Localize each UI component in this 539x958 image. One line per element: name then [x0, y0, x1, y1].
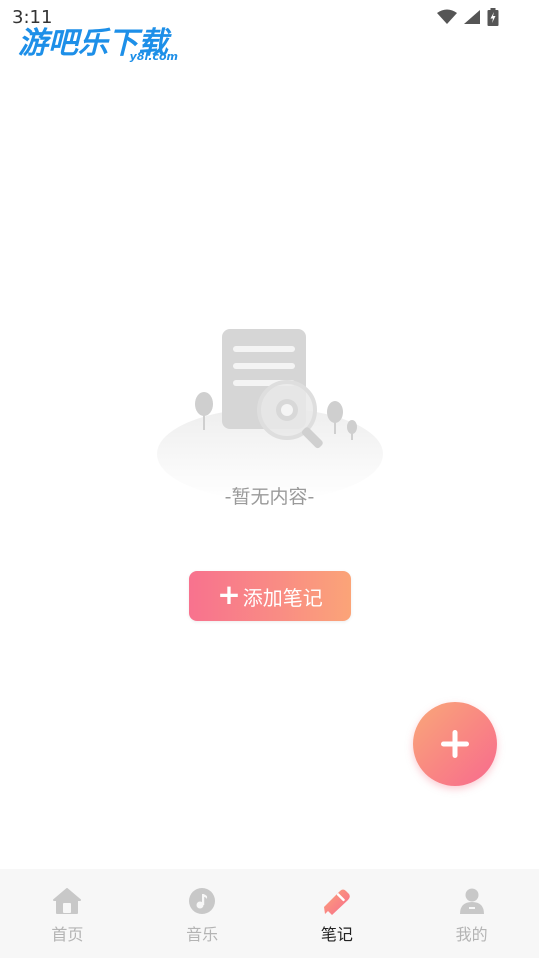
plus-icon: + — [217, 577, 241, 611]
plus-icon — [441, 730, 469, 758]
notes-screen: 3:11 游吧乐下载 y8l.com -暂无内容- + 添加笔记 首页 音乐 笔… — [0, 0, 539, 958]
add-note-label: 添加笔记 — [242, 585, 323, 610]
nav-label-notes: 笔记 — [320, 925, 353, 944]
music-icon — [187, 886, 217, 916]
watermark-subtitle: y8l.com — [129, 50, 178, 63]
empty-document-illustration — [157, 329, 383, 500]
nav-item-home[interactable]: 首页 — [0, 869, 135, 958]
floating-add-button[interactable] — [413, 702, 497, 786]
user-icon — [457, 886, 487, 916]
nav-label-music: 音乐 — [186, 925, 219, 944]
nav-label-mine: 我的 — [455, 925, 488, 944]
home-icon — [52, 886, 82, 916]
empty-state-message: -暂无内容- — [224, 486, 315, 508]
note-pencil-icon — [322, 886, 352, 916]
nav-item-music[interactable]: 音乐 — [135, 869, 270, 958]
bottom-nav: 首页 音乐 笔记 我的 — [0, 869, 539, 958]
signal-icon — [464, 10, 480, 24]
add-note-button[interactable]: + 添加笔记 — [189, 571, 351, 621]
nav-item-notes[interactable]: 笔记 — [270, 869, 405, 958]
status-icons — [437, 8, 499, 26]
wifi-icon — [437, 9, 457, 24]
nav-item-mine[interactable]: 我的 — [404, 869, 539, 958]
watermark-logo: 游吧乐下载 y8l.com — [18, 18, 188, 68]
battery-icon — [487, 8, 499, 26]
nav-label-home: 首页 — [51, 925, 84, 944]
